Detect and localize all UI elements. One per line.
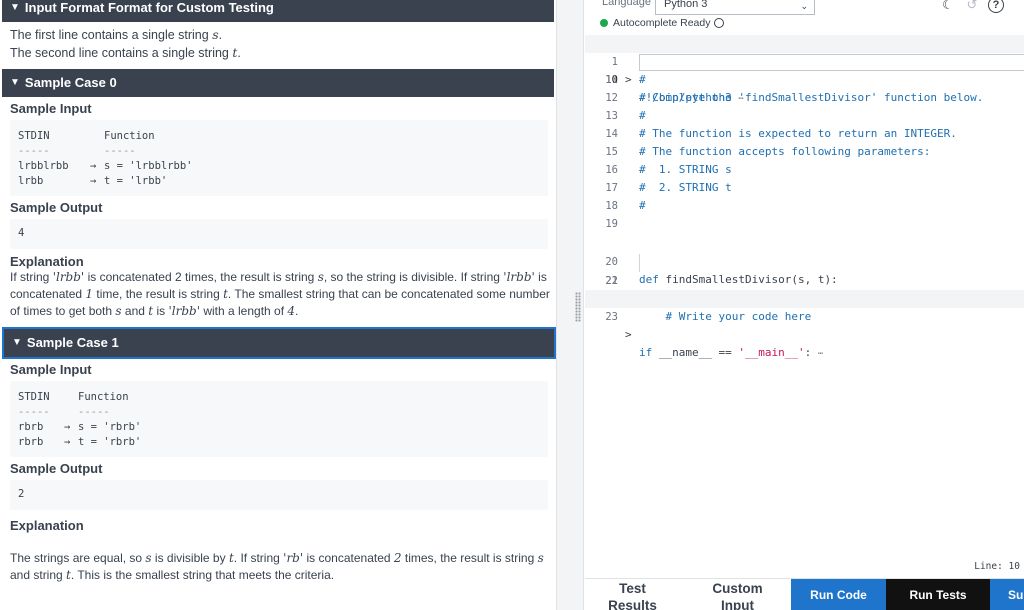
sample-case-1-title: Sample Case 1: [27, 329, 119, 357]
code-line[interactable]: 16# 1. STRING s: [585, 161, 1024, 179]
explanation-variable: 'lrbb': [168, 304, 200, 318]
editor-panel: Language Python 3 ⌄ ☾ ↺ ? Autocomplete R…: [585, 0, 1024, 610]
code-editor[interactable]: 1 > #!/bin/python3 ⋯ 10 11# 12# Complete…: [585, 35, 1024, 555]
problem-description-panel: ▼ Input Format Format for Custom Testing…: [0, 0, 556, 610]
language-select[interactable]: Python 3 ⌄: [655, 0, 815, 15]
run-tests-button[interactable]: Run Tests: [886, 579, 990, 610]
drag-handle-icon[interactable]: [575, 292, 581, 322]
status-dot-icon: [600, 19, 608, 27]
sample-input-row: lrbblrbb→s = 'lrbblrbb': [18, 159, 540, 174]
collapse-triangle-icon: ▼: [12, 329, 22, 357]
sample-input-row: lrbb→t = 'lrbb': [18, 174, 540, 189]
tab-test-results[interactable]: TestResults: [585, 579, 680, 610]
sample-input-label: Sample Input: [0, 362, 556, 377]
explanation-variable: 'rb': [283, 551, 303, 565]
reset-icon[interactable]: ↺: [963, 0, 981, 14]
submit-button[interactable]: Su: [990, 579, 1024, 610]
collapse-triangle-icon: ▼: [10, 0, 20, 22]
chevron-down-icon: ⌄: [800, 0, 808, 14]
sample-input-row: rbrb→s = 'rbrb': [18, 420, 540, 435]
theme-toggle-icon[interactable]: ☾: [939, 0, 957, 14]
explanation-variable: 'lrbb': [53, 270, 85, 284]
code-line[interactable]: 15# The function accepts following param…: [585, 143, 1024, 161]
collapse-triangle-icon: ▼: [10, 69, 20, 97]
sample-input-row: rbrb→t = 'rbrb': [18, 435, 540, 450]
explanation-text: The strings are equal, so s is divisible…: [0, 550, 556, 584]
cursor-position-status: Line: 10: [974, 561, 1020, 572]
sample-output-block: 4: [10, 219, 548, 249]
code-line[interactable]: 17# 2. STRING t: [585, 179, 1024, 197]
code-line[interactable]: 14# The function is expected to return a…: [585, 125, 1024, 143]
explanation-variable: 'lrbb': [503, 270, 535, 284]
tab-custom-input[interactable]: CustomInput: [690, 579, 785, 610]
run-code-button[interactable]: Run Code: [791, 579, 886, 610]
autocomplete-status: Autocomplete Ready: [600, 17, 724, 29]
code-line[interactable]: 13#: [585, 107, 1024, 125]
sample-output-label: Sample Output: [0, 200, 556, 215]
explanation-label: Explanation: [0, 254, 556, 269]
explanation-text: If string 'lrbb' is concatenated 2 times…: [0, 269, 556, 320]
code-line[interactable]: 12# Complete the 'findSmallestDivisor' f…: [585, 89, 1024, 107]
action-bar: TestResults CustomInput Run Code Run Tes…: [585, 578, 1024, 610]
help-icon[interactable]: ?: [988, 0, 1004, 13]
code-line-active[interactable]: 10: [585, 53, 1024, 71]
info-icon[interactable]: [714, 18, 724, 28]
code-line[interactable]: 18#: [585, 197, 1024, 215]
active-line-cursor: [639, 54, 1024, 71]
sample-case-0-header[interactable]: ▼ Sample Case 0: [2, 69, 554, 97]
language-label: Language: [602, 0, 651, 8]
sample-output-block: 2: [10, 480, 548, 510]
explanation-variable: 1: [85, 287, 93, 301]
sample-input-label: Sample Input: [0, 101, 556, 116]
input-format-title: Input Format Format for Custom Testing: [25, 0, 274, 22]
code-line[interactable]: 19: [585, 215, 1024, 233]
input-format-line2: The second line contains a single string…: [0, 44, 556, 62]
input-format-line1: The first line contains a single string …: [0, 26, 556, 44]
editor-toolbar: Language Python 3 ⌄ ☾ ↺ ?: [585, 0, 1024, 16]
sample-case-1-header[interactable]: ▼ Sample Case 1: [4, 329, 554, 357]
sample-input-block: STDINFunction ---------- rbrb→s = 'rbrb'…: [10, 381, 548, 457]
code-line[interactable]: 23 > if __name__ == '__main__': ⋯: [585, 290, 1024, 308]
input-format-header[interactable]: ▼ Input Format Format for Custom Testing: [2, 0, 554, 22]
sample-case-0-title: Sample Case 0: [25, 69, 117, 97]
explanation-variable: 2: [394, 551, 402, 565]
fold-arrow-icon[interactable]: >: [625, 326, 632, 344]
code-line[interactable]: 22: [585, 272, 1024, 290]
explanation-variable: 4: [287, 304, 295, 318]
sample-input-block: STDINFunction ---------- lrbblrbb→s = 'l…: [10, 120, 548, 196]
sample-output-label: Sample Output: [0, 461, 556, 476]
code-line[interactable]: 20 def findSmallestDivisor(s, t):: [585, 235, 1024, 253]
indent-guide: [639, 254, 640, 272]
code-line[interactable]: 11#: [585, 71, 1024, 89]
code-line[interactable]: 21 # Write your code here: [585, 254, 1024, 272]
code-line[interactable]: 1 > #!/bin/python3 ⋯: [585, 35, 1024, 53]
explanation-label: Explanation: [0, 518, 556, 533]
explanation-variable: s: [538, 551, 544, 565]
